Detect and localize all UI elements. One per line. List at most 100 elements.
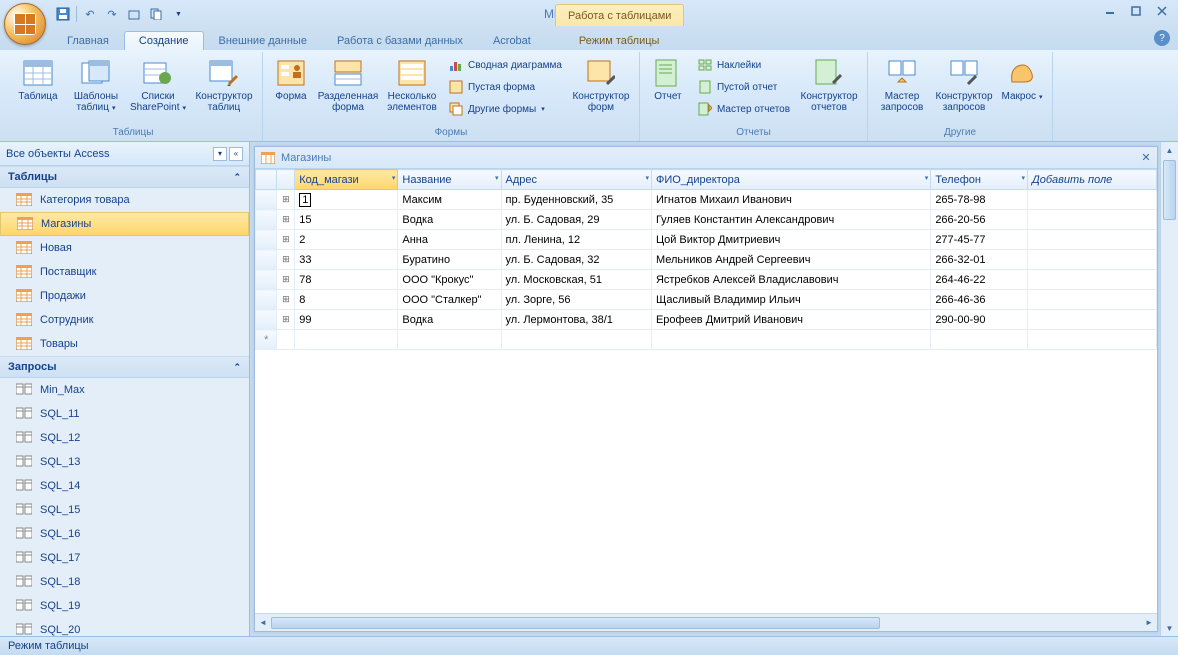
nav-item-table[interactable]: Поставщик [0,260,249,284]
grid-cell[interactable]: 266-32-01 [931,250,1028,270]
data-grid[interactable]: Код_магази▾Название▾Адрес▾ФИО_директора▾… [255,169,1157,613]
report-button[interactable]: Отчет [646,54,690,125]
grid-cell[interactable]: Ерофеев Дмитрий Иванович [651,310,930,330]
nav-item-table[interactable]: Категория товара [0,188,249,212]
row-selector[interactable] [256,310,277,330]
nav-item-query[interactable]: SQL_12 [0,426,249,450]
grid-cell[interactable]: 290-00-90 [931,310,1028,330]
tab-external-data[interactable]: Внешние данные [204,31,322,50]
nav-header[interactable]: Все объекты Access ▾ « [0,142,249,166]
scroll-down-icon[interactable]: ▼ [1161,620,1178,636]
table-row[interactable]: ⊞ 78 ООО "Крокус" ул. Московская, 51 Яст… [256,270,1157,290]
grid-cell[interactable]: пл. Ленина, 12 [501,230,651,250]
nav-collapse-icon[interactable]: « [229,147,243,161]
grid-cell[interactable]: 8 [295,290,398,310]
tab-database-tools[interactable]: Работа с базами данных [322,31,478,50]
nav-item-table[interactable]: Сотрудник [0,308,249,332]
column-dropdown-icon[interactable]: ▾ [392,174,396,182]
nav-item-query[interactable]: SQL_20 [0,618,249,636]
expand-icon[interactable]: ⊞ [277,190,295,210]
close-button[interactable] [1150,2,1174,20]
grid-cell[interactable]: Щасливый Владимир Ильич [651,290,930,310]
nav-group-queries[interactable]: Запросы⌃ [0,356,249,378]
column-dropdown-icon[interactable]: ▾ [495,174,499,182]
grid-cell[interactable]: Буратино [398,250,501,270]
row-selector[interactable] [256,290,277,310]
scroll-left-icon[interactable]: ◄ [255,618,271,627]
nav-item-query[interactable]: SQL_11 [0,402,249,426]
grid-cell[interactable] [1028,190,1157,210]
grid-cell[interactable]: ул. Лермонтова, 38/1 [501,310,651,330]
grid-cell[interactable] [1028,250,1157,270]
macro-button[interactable]: Макрос ▾ [998,54,1046,125]
column-header[interactable]: ФИО_директора▾ [651,170,930,190]
save-icon[interactable] [54,5,72,23]
table-row[interactable]: ⊞ 33 Буратино ул. Б. Садовая, 32 Мельник… [256,250,1157,270]
grid-cell[interactable] [1028,230,1157,250]
grid-cell[interactable] [1028,290,1157,310]
nav-item-table[interactable]: Новая [0,236,249,260]
query-wizard-button[interactable]: Мастер запросов [874,54,930,125]
table-button[interactable]: Таблица [10,54,66,125]
pivot-chart-button[interactable]: Сводная диаграмма [443,54,567,76]
scroll-up-icon[interactable]: ▲ [1161,142,1178,158]
grid-cell[interactable]: ул. Б. Садовая, 29 [501,210,651,230]
office-button[interactable] [4,3,46,45]
row-selector[interactable] [256,230,277,250]
scroll-right-icon[interactable]: ► [1141,618,1157,627]
column-dropdown-icon[interactable]: ▾ [645,174,649,182]
grid-cell[interactable]: Гуляев Константин Александрович [651,210,930,230]
nav-group-tables[interactable]: Таблицы⌃ [0,166,249,188]
row-selector[interactable] [256,190,277,210]
grid-cell[interactable]: Водка [398,210,501,230]
add-field-column[interactable]: Добавить поле [1028,170,1157,190]
table-templates-button[interactable]: Шаблоны таблиц ▾ [68,54,124,125]
grid-cell[interactable]: 264-46-22 [931,270,1028,290]
report-wizard-button[interactable]: Мастер отчетов [692,98,795,120]
grid-cell[interactable]: Игнатов Михаил Иванович [651,190,930,210]
expand-icon[interactable]: ⊞ [277,290,295,310]
nav-item-query[interactable]: SQL_16 [0,522,249,546]
grid-cell[interactable]: 266-46-36 [931,290,1028,310]
table-row[interactable]: ⊞ 1 Максим пр. Буденновский, 35 Игнатов … [256,190,1157,210]
table-designer-button[interactable]: Конструктор таблиц [192,54,256,125]
report-designer-button[interactable]: Конструктор отчетов [797,54,861,125]
nav-item-query[interactable]: SQL_13 [0,450,249,474]
grid-cell[interactable]: 266-20-56 [931,210,1028,230]
nav-item-query[interactable]: SQL_15 [0,498,249,522]
tab-datasheet[interactable]: Режим таблицы [564,31,675,50]
column-header[interactable]: Телефон▾ [931,170,1028,190]
grid-cell[interactable]: пр. Буденновский, 35 [501,190,651,210]
expand-icon[interactable]: ⊞ [277,210,295,230]
nav-item-table[interactable]: Продажи [0,284,249,308]
grid-cell[interactable]: ул. Зорге, 56 [501,290,651,310]
column-dropdown-icon[interactable]: ▾ [925,174,929,182]
column-header[interactable]: Код_магази▾ [295,170,398,190]
nav-item-query[interactable]: Min_Max [0,378,249,402]
grid-cell[interactable]: 33 [295,250,398,270]
row-selector[interactable] [256,270,277,290]
expand-icon[interactable]: ⊞ [277,250,295,270]
qat-btn-5[interactable] [147,5,165,23]
multi-items-button[interactable]: Несколько элементов [383,54,441,125]
tab-home[interactable]: Главная [52,31,124,50]
nav-item-table[interactable]: Магазины [0,212,249,236]
tab-acrobat[interactable]: Acrobat [478,31,546,50]
grid-cell[interactable]: Цой Виктор Дмитриевич [651,230,930,250]
document-close-icon[interactable]: ✕ [1139,150,1153,164]
grid-cell[interactable] [1028,310,1157,330]
grid-cell[interactable]: ООО "Сталкер" [398,290,501,310]
row-selector[interactable] [256,210,277,230]
nav-item-query[interactable]: SQL_19 [0,594,249,618]
help-icon[interactable]: ? [1154,30,1170,46]
grid-cell[interactable]: Максим [398,190,501,210]
row-selector[interactable] [256,250,277,270]
grid-cell[interactable]: ООО "Крокус" [398,270,501,290]
grid-cell[interactable]: Анна [398,230,501,250]
grid-cell[interactable]: Водка [398,310,501,330]
blank-report-button[interactable]: Пустой отчет [692,76,795,98]
grid-cell[interactable]: 2 [295,230,398,250]
grid-cell[interactable]: 99 [295,310,398,330]
column-header[interactable]: Адрес▾ [501,170,651,190]
scroll-thumb-h[interactable] [271,617,880,629]
